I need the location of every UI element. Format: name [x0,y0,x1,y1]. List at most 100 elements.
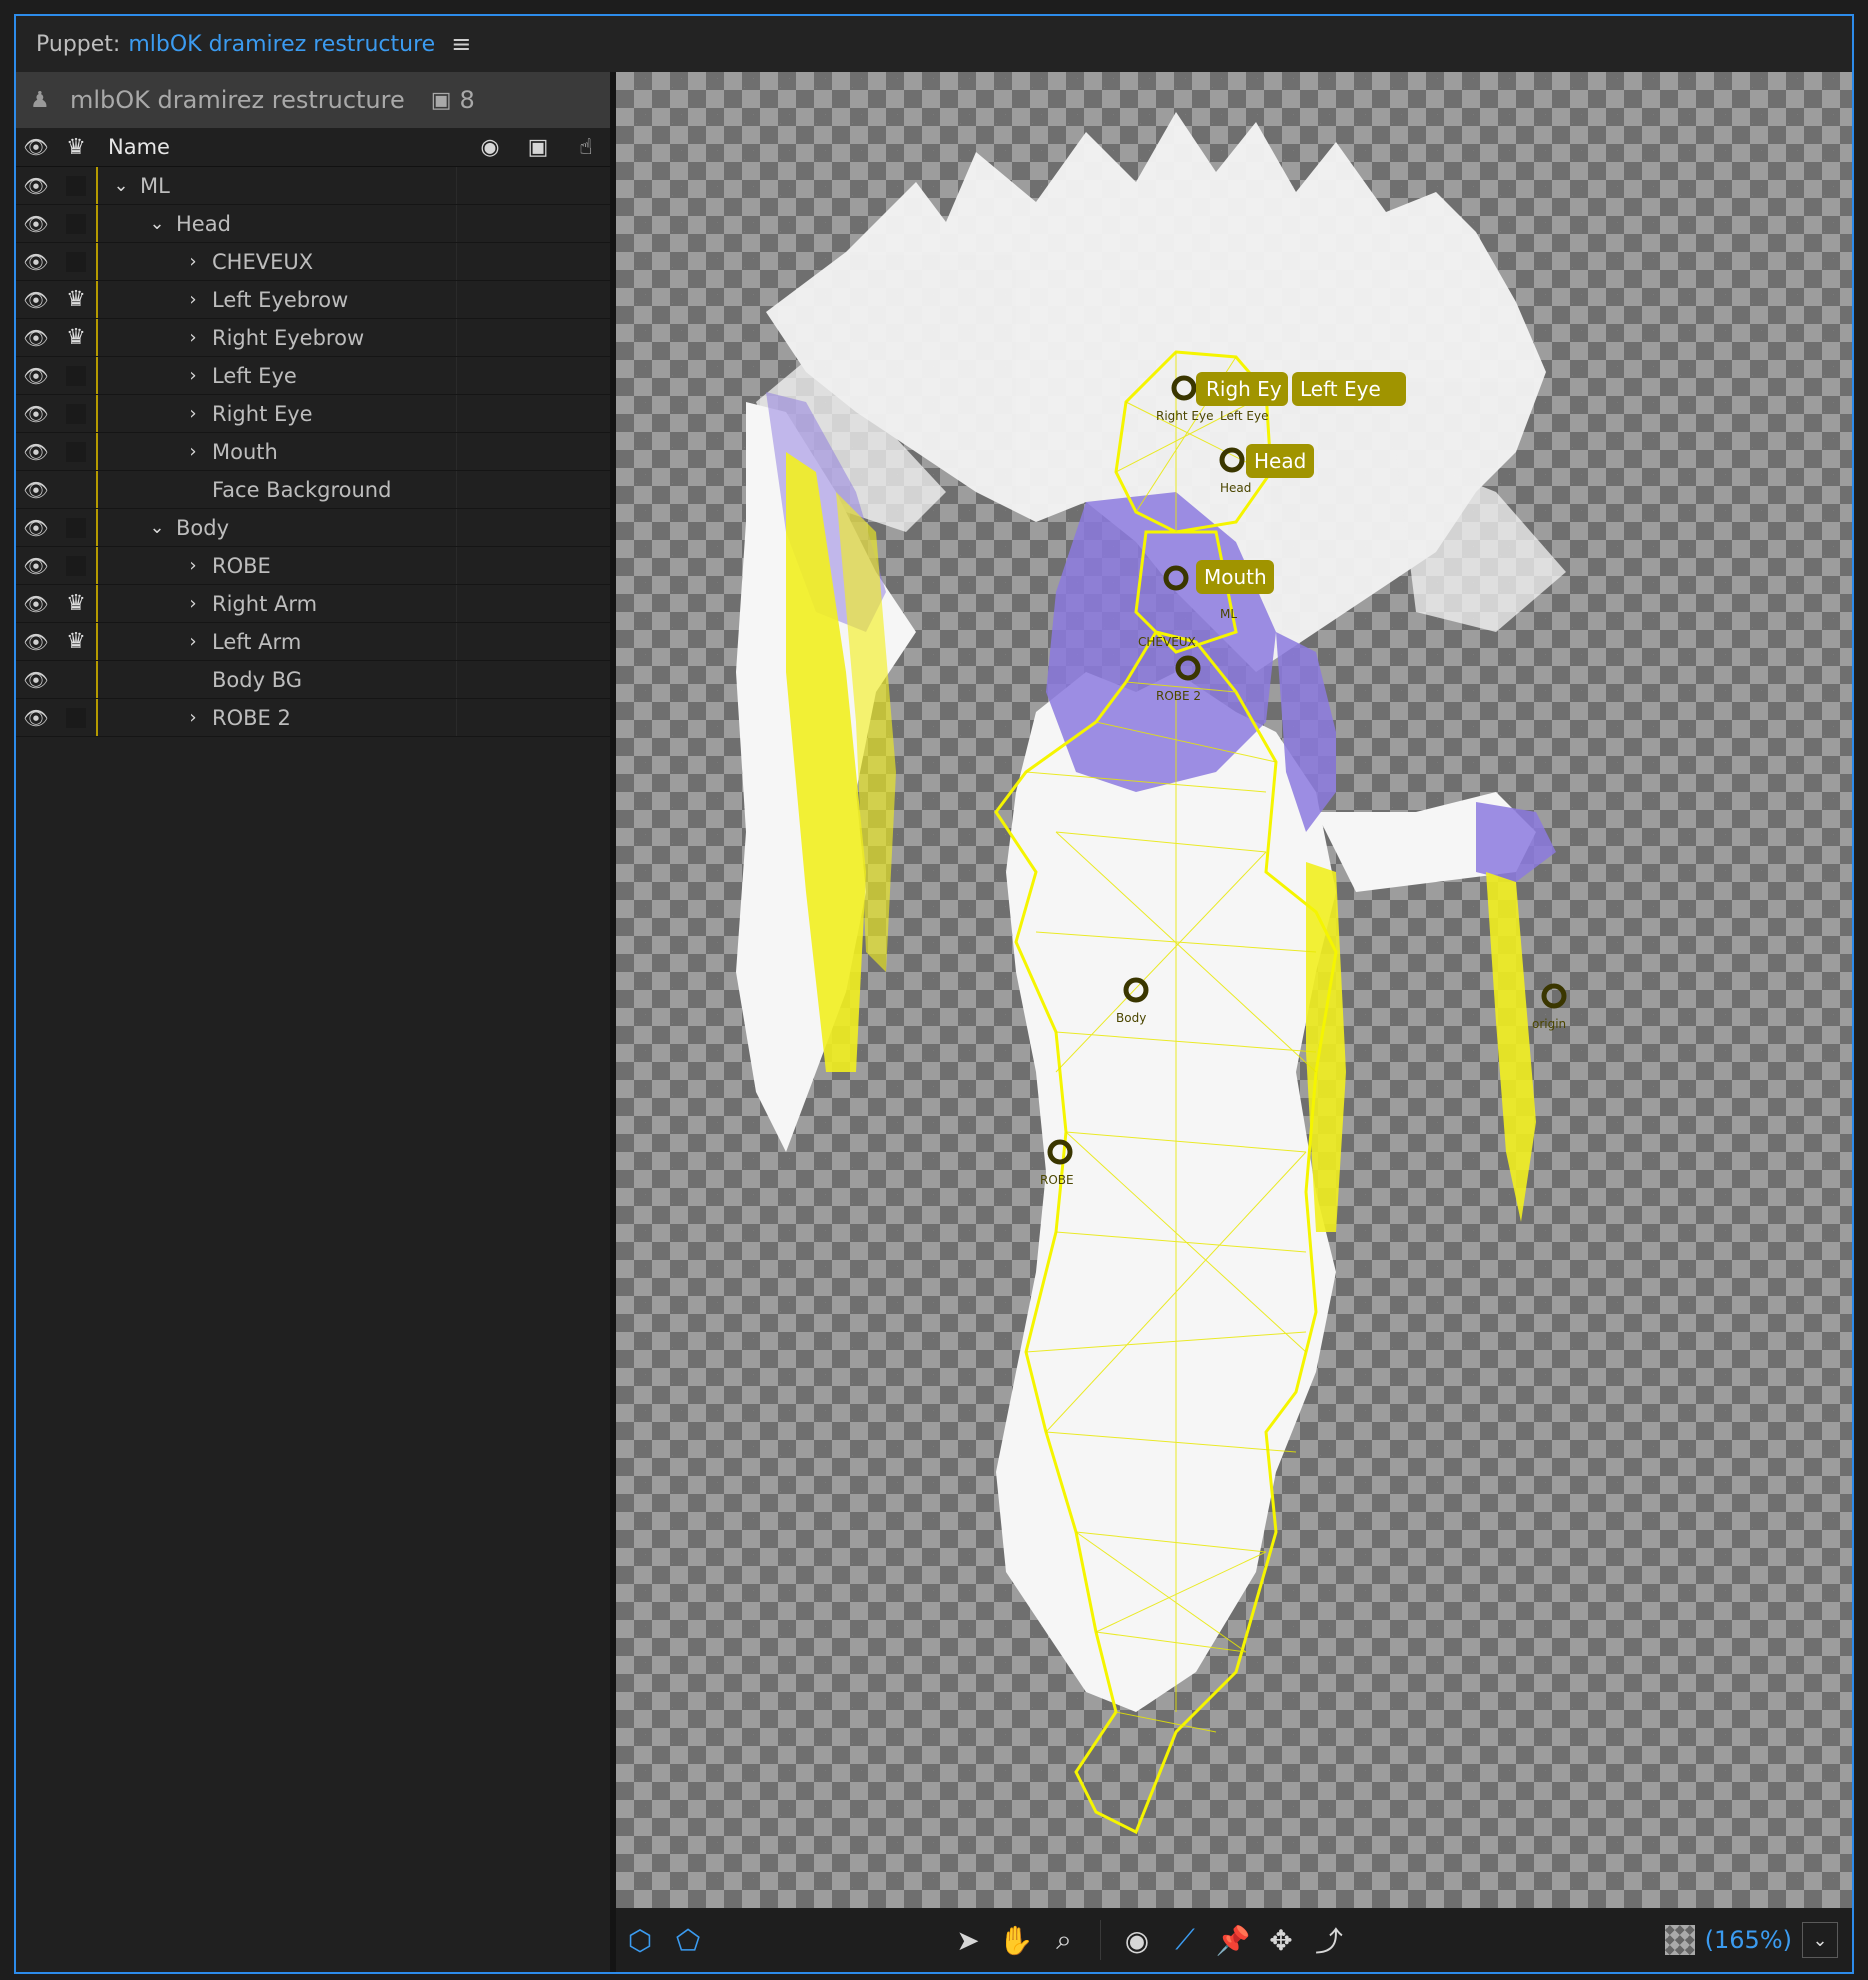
visibility-eye-icon[interactable]: 👁 [16,630,56,654]
layer-row[interactable]: 👁 Face Background [16,471,610,509]
layer-name: Left Eye [212,363,297,388]
independent-toggle[interactable] [56,441,96,462]
layer-row[interactable]: 👁 › CHEVEUX [16,243,610,281]
layer-row[interactable]: 👁 › ROBE [16,547,610,585]
camera-column-icon[interactable]: ▣ [514,135,562,160]
layer-row[interactable]: 👁 › Left Eye [16,357,610,395]
layer-row[interactable]: 👁 › Mouth [16,433,610,471]
origin-column-icon[interactable]: ◉ [466,135,514,160]
independent-empty-box [66,403,86,424]
layer-row[interactable]: 👁 ♛ › Right Arm [16,585,610,623]
visibility-eye-icon[interactable]: 👁 [16,402,56,426]
layer-row[interactable]: 👁 ⌄ ML [16,167,610,205]
label-cheveux: CHEVEUX [1138,635,1196,649]
independent-toggle[interactable]: ♛ [56,287,96,312]
chevron-right-icon[interactable]: › [182,327,204,348]
independent-toggle[interactable]: ♛ [56,325,96,350]
independent-toggle[interactable] [56,251,96,272]
visibility-eye-icon[interactable]: 👁 [16,212,56,236]
layer-name: Mouth [212,439,278,464]
visibility-eye-icon[interactable]: 👁 [16,516,56,540]
visibility-eye-icon[interactable]: 👁 [16,668,56,692]
independent-empty-box [66,517,86,538]
layer-tree: 👁 ⌄ ML 👁 ⌄ Head 👁 › CHEVEUX 👁 ♛ › Left Eyebrow 👁 ♛ › Rig… [16,167,610,737]
crown-icon: ♛ [66,325,86,350]
hand-tool-icon[interactable]: ✋ [992,1924,1040,1957]
chevron-right-icon[interactable]: › [182,707,204,728]
independent-toggle[interactable]: ♛ [56,629,96,654]
visibility-eye-icon[interactable]: 👁 [16,326,56,350]
puppet-name-link[interactable]: mlbOK dramirez restructure [128,32,435,57]
layer-name: Right Arm [212,591,318,616]
chevron-right-icon[interactable]: › [182,593,204,614]
chevron-right-icon[interactable]: › [182,251,204,272]
chevron-right-icon[interactable]: › [182,441,204,462]
independent-toggle[interactable] [56,365,96,386]
chevron-down-icon[interactable]: ⌄ [146,517,168,538]
puppet-viewer[interactable]: Righ Ey Left Eye Head Mouth Right Eye Le… [616,72,1852,1908]
independent-toggle[interactable] [56,517,96,538]
chevron-right-icon[interactable]: › [182,289,204,310]
layer-row[interactable]: 👁 ⌄ Head [16,205,610,243]
layer-row[interactable]: 👁 › Right Eye [16,395,610,433]
layer-row[interactable]: 👁 ⌄ Body [16,509,610,547]
layer-name: CHEVEUX [212,249,314,274]
hand-column-icon[interactable]: ☝ [562,135,610,160]
visibility-eye-icon[interactable]: 👁 [16,706,56,730]
layer-row[interactable]: 👁 Body BG [16,661,610,699]
move-tool-icon[interactable]: ✥ [1257,1924,1305,1957]
outline-view-icon[interactable]: ⬠ [664,1924,712,1957]
visibility-eye-icon[interactable]: 👁 [16,250,56,274]
zoom-level[interactable]: (165%) [1705,1926,1792,1954]
layer-row[interactable]: 👁 ♛ › Right Eyebrow [16,319,610,357]
independent-toggle[interactable] [56,555,96,576]
label-robe-2: ROBE 2 [1156,689,1201,703]
layer-row[interactable]: 👁 › ROBE 2 [16,699,610,737]
visibility-eye-icon[interactable]: 👁 [16,554,56,578]
visibility-eye-icon[interactable]: 👁 [16,364,56,388]
independent-toggle[interactable] [56,707,96,728]
visibility-eye-icon[interactable]: 👁 [16,174,56,198]
chevron-right-icon[interactable]: › [182,365,204,386]
stick-tool-icon[interactable]: ⤴ [1305,1920,1353,1960]
chevron-right-icon[interactable]: › [182,555,204,576]
independent-column-icon[interactable]: ♛ [56,135,96,160]
mesh-view-icon[interactable]: ⬡ [616,1924,664,1957]
layer-row[interactable]: 👁 ♛ › Left Eyebrow [16,281,610,319]
visibility-eye-icon[interactable]: 👁 [16,288,56,312]
layer-row[interactable]: 👁 ♛ › Left Arm [16,623,610,661]
viewer-toolbar: ⬡ ⬠ ➤ ✋ ⌕ ◉ ⟋ 📌 ✥ ⤴ (165%) ⌄ [616,1908,1852,1972]
independent-toggle[interactable] [56,213,96,234]
chevron-down-icon[interactable]: ⌄ [110,175,132,196]
panel-titlebar: Puppet: mlbOK dramirez restructure ≡ [16,16,1852,72]
independent-toggle[interactable]: ♛ [56,591,96,616]
crown-icon: ♛ [66,591,86,616]
select-tool-icon[interactable]: ➤ [944,1924,992,1957]
independent-toggle[interactable] [56,403,96,424]
visibility-eye-icon[interactable]: 👁 [16,592,56,616]
transparency-grid-icon[interactable] [1664,1925,1695,1955]
tag-head: Head [1254,449,1306,473]
handle-tool-icon[interactable]: ⟋ [1161,1923,1209,1957]
origin-tool-icon[interactable]: ◉ [1113,1924,1161,1957]
independent-empty-box [66,555,86,576]
layer-name: ROBE [212,553,271,578]
label-left-eye: Left Eye [1220,409,1268,423]
puppet-header-name: mlbOK dramirez restructure [70,86,405,114]
hamburger-icon[interactable]: ≡ [451,30,471,58]
layer-name: Right Eye [212,401,313,426]
independent-toggle[interactable] [56,175,96,196]
chevron-right-icon[interactable]: › [182,631,204,652]
visibility-eye-icon[interactable]: 👁 [16,478,56,502]
camera-icon: ▣ [430,87,452,113]
zoom-tool-icon[interactable]: ⌕ [1040,1923,1088,1957]
name-column-header[interactable]: Name [108,135,466,159]
visibility-column-icon[interactable]: 👁 [16,135,56,159]
pin-tool-icon[interactable]: 📌 [1209,1924,1257,1957]
chevron-down-icon[interactable]: ⌄ [146,213,168,234]
visibility-eye-icon[interactable]: 👁 [16,440,56,464]
zoom-dropdown-icon[interactable]: ⌄ [1802,1922,1838,1958]
independent-empty-box [66,365,86,386]
chevron-right-icon[interactable]: › [182,403,204,424]
label-robe: ROBE [1040,1173,1074,1187]
